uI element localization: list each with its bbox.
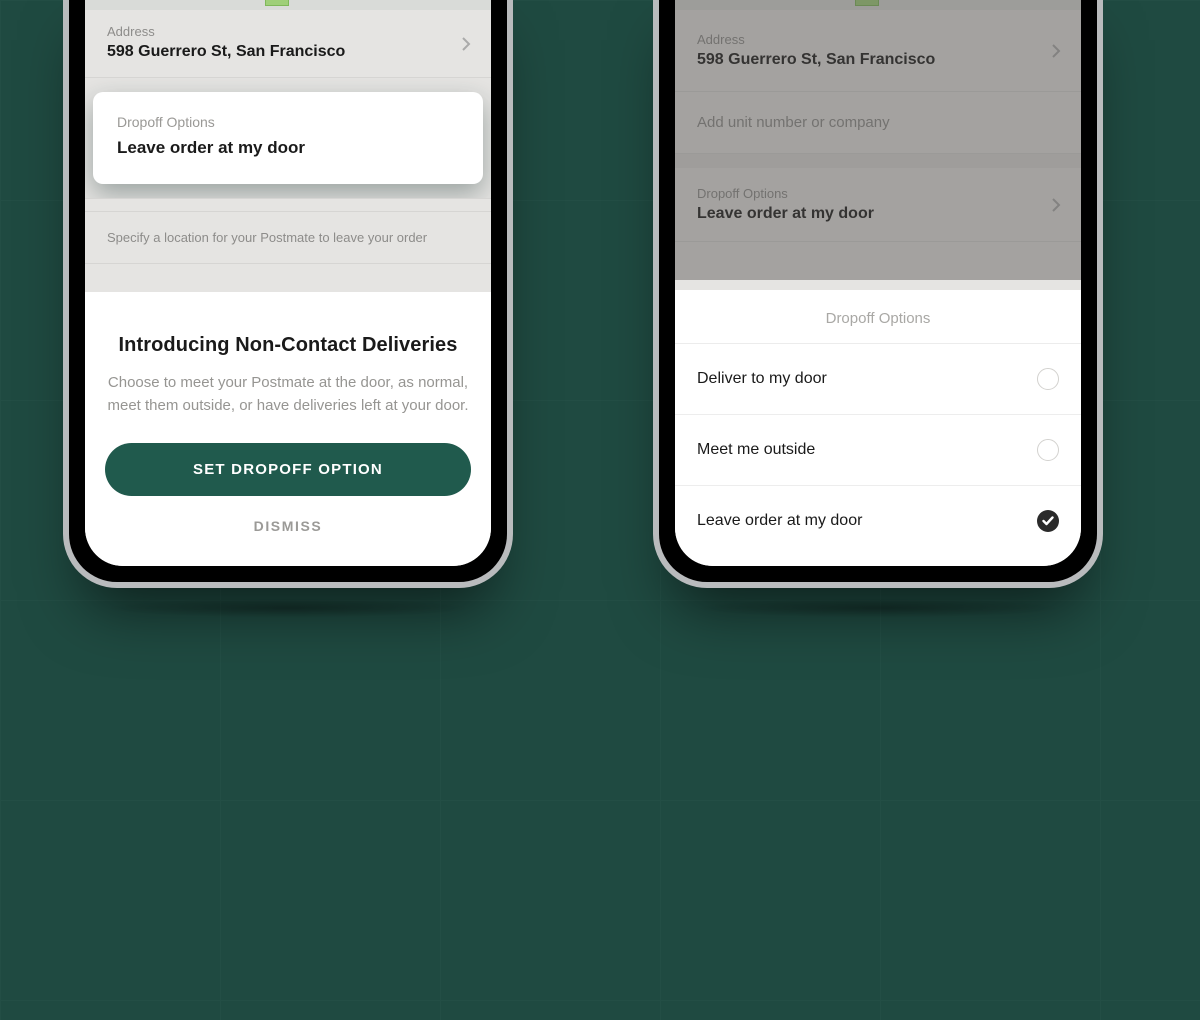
dismiss-button[interactable]: DISMISS — [105, 496, 471, 542]
address-row[interactable]: Address 598 Guerrero St, San Francisco — [675, 10, 1081, 92]
dropoff-value: Leave order at my door — [697, 205, 1059, 223]
dropoff-option[interactable]: Deliver to my door — [675, 344, 1081, 415]
phone-mock-left: Address 598 Guerrero St, San Francisco D… — [63, 0, 513, 588]
intro-title: Introducing Non-Contact Deliveries — [105, 334, 471, 357]
address-value: 598 Guerrero St, San Francisco — [697, 51, 1059, 69]
address-row[interactable]: Address 598 Guerrero St, San Francisco — [85, 10, 491, 78]
dropoff-label: Dropoff Options — [697, 186, 1059, 201]
dropoff-card-label: Dropoff Options — [117, 114, 459, 130]
address-label: Address — [107, 24, 469, 39]
dropoff-note-text: Specify a location for your Postmate to … — [107, 230, 469, 245]
screen-right: Address 598 Guerrero St, San Francisco A… — [675, 0, 1081, 566]
chevron-right-icon — [1051, 43, 1061, 59]
dropoff-option[interactable]: Leave order at my door — [675, 486, 1081, 566]
chevron-right-icon — [1051, 197, 1061, 213]
intro-body: Choose to meet your Postmate at the door… — [105, 371, 471, 418]
unit-number-input[interactable]: Add unit number or company — [675, 92, 1081, 154]
address-label: Address — [697, 32, 1059, 47]
options-sheet-title: Dropoff Options — [675, 290, 1081, 344]
phone-mock-right: Address 598 Guerrero St, San Francisco A… — [653, 0, 1103, 588]
dropoff-options-sheet: Dropoff Options Deliver to my door Meet … — [675, 290, 1081, 566]
screen-left: Address 598 Guerrero St, San Francisco D… — [85, 0, 491, 566]
map-strip — [675, 0, 1081, 10]
map-strip — [85, 0, 491, 10]
radio-checked-icon — [1037, 510, 1059, 532]
intro-sheet: Introducing Non-Contact Deliveries Choos… — [85, 292, 491, 567]
option-label: Deliver to my door — [697, 370, 827, 388]
radio-unchecked-icon — [1037, 368, 1059, 390]
address-value: 598 Guerrero St, San Francisco — [107, 43, 469, 61]
option-label: Meet me outside — [697, 441, 815, 459]
dropoff-highlight-card[interactable]: Dropoff Options Leave order at my door — [93, 92, 483, 184]
dropoff-card-value: Leave order at my door — [117, 138, 459, 158]
unit-placeholder: Add unit number or company — [697, 114, 1059, 131]
set-dropoff-button[interactable]: SET DROPOFF OPTION — [105, 443, 471, 496]
dropoff-note-row: Specify a location for your Postmate to … — [85, 212, 491, 264]
option-label: Leave order at my door — [697, 512, 862, 530]
chevron-right-icon — [461, 36, 471, 52]
dropoff-option[interactable]: Meet me outside — [675, 415, 1081, 486]
dropoff-row[interactable]: Dropoff Options Leave order at my door — [675, 168, 1081, 242]
radio-unchecked-icon — [1037, 439, 1059, 461]
